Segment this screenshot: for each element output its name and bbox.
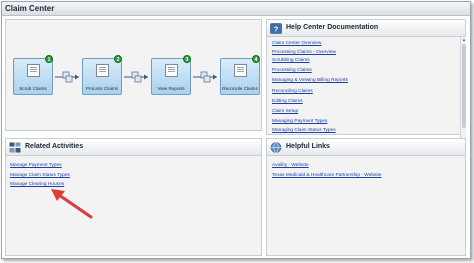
claim-document-icon bbox=[96, 64, 109, 77]
related-link-manage-claim-status-types[interactable]: Manage Claim Status Types bbox=[10, 173, 70, 178]
help-center-title: Help Center Documentation bbox=[267, 20, 465, 37]
help-link-editing-claims[interactable]: Editing Claims bbox=[272, 99, 303, 104]
transfer-arrow-icon bbox=[55, 71, 79, 83]
workflow-panel: Scrub Claims 1 Process Claims 2 View Rep… bbox=[5, 19, 262, 131]
transfer-arrow-icon bbox=[124, 71, 148, 83]
process-claims-button[interactable]: Process Claims bbox=[82, 58, 122, 95]
claim-center-window: Claim Center Scrub Claims 1 Process Clai… bbox=[1, 1, 471, 259]
help-link-processing-claims-overview[interactable]: Processing Claims - Overview bbox=[272, 50, 336, 55]
related-activities-panel: Related Activities Manage Payment Types … bbox=[5, 138, 262, 256]
step-number-badge: 3 bbox=[183, 55, 191, 63]
help-link-claim-center-overview[interactable]: Claim Center Overview bbox=[272, 41, 321, 46]
step-number-badge: 1 bbox=[45, 55, 53, 63]
help-center-panel: Help Center Documentation ? Claim Center… bbox=[266, 19, 466, 144]
scrub-claims-button[interactable]: Scrub Claims bbox=[13, 58, 53, 95]
globe-icon bbox=[270, 142, 282, 153]
view-reports-button[interactable]: View Reports bbox=[151, 58, 191, 95]
help-book-icon: ? bbox=[270, 23, 282, 34]
scroll-up-icon[interactable]: ▲ bbox=[461, 37, 467, 43]
step-label: Process Claims bbox=[86, 86, 118, 91]
claim-document-icon bbox=[234, 64, 247, 77]
help-link-managing-claim-status-types[interactable]: Managing Claim Status Types bbox=[272, 128, 336, 133]
help-link-scrubbing-claims[interactable]: Scrubbing Claims bbox=[272, 58, 310, 63]
reconcile-claims-button[interactable]: Reconcile Claims bbox=[220, 58, 260, 95]
claim-document-icon bbox=[165, 64, 178, 77]
related-activities-title: Related Activities bbox=[6, 139, 261, 156]
scroll-thumb[interactable] bbox=[462, 44, 466, 128]
helpful-links-title: Helpful Links bbox=[267, 139, 465, 156]
transfer-arrow-icon bbox=[193, 71, 217, 83]
annotation-arrow-icon bbox=[51, 189, 93, 219]
step-label: View Reports bbox=[157, 86, 185, 91]
step-number-badge: 4 bbox=[252, 55, 260, 63]
help-center-scrollbar[interactable]: ▲ ▼ bbox=[460, 37, 466, 144]
step-label: Reconcile Claims bbox=[222, 86, 258, 91]
help-link-billing-reports[interactable]: Managing & Viewing Billing Reports bbox=[272, 78, 348, 83]
activities-icon bbox=[9, 142, 21, 153]
help-link-managing-payment-types[interactable]: Managing Payment Types bbox=[272, 119, 327, 124]
step-number-badge: 2 bbox=[114, 55, 122, 63]
related-link-manage-payment-types[interactable]: Manage Payment Types bbox=[10, 163, 62, 168]
helpful-link-texas-medicaid[interactable]: Texas Medicaid & Healthcare Partnership … bbox=[272, 173, 382, 178]
step-label: Scrub Claims bbox=[19, 86, 47, 91]
claim-document-icon bbox=[27, 64, 40, 77]
help-link-reconciling-claims[interactable]: Reconciling Claims bbox=[272, 89, 313, 94]
window-title: Claim Center bbox=[2, 2, 470, 16]
help-link-processing-claims[interactable]: Processing Claims bbox=[272, 68, 312, 73]
help-link-claim-setup[interactable]: Claim Setup bbox=[272, 109, 298, 114]
helpful-links-panel: Helpful Links Availity - Website Texas M… bbox=[266, 138, 466, 256]
helpful-link-availity[interactable]: Availity - Website bbox=[272, 163, 309, 168]
svg-text:?: ? bbox=[274, 24, 279, 33]
